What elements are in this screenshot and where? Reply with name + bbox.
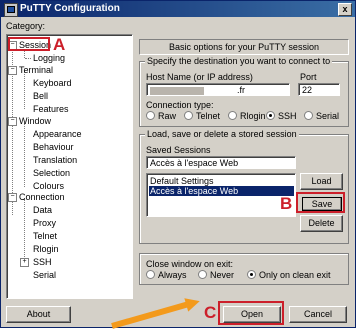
- tree-item-rlogin[interactable]: Rlogin: [33, 244, 59, 254]
- tree-item-colours[interactable]: Colours: [33, 181, 64, 191]
- tree-connector: [24, 51, 25, 58]
- port-label: Port: [300, 72, 317, 82]
- host-name-input[interactable]: .fr: [146, 83, 290, 96]
- destination-group-title: Specify the destination you want to conn…: [145, 56, 333, 66]
- category-label: Category:: [6, 21, 46, 31]
- radio-serial[interactable]: [304, 111, 313, 120]
- annotation-label-c: C: [204, 303, 217, 322]
- tree-connector: [24, 123, 25, 187]
- annotation-box-a: [8, 37, 50, 51]
- tree-connector: [24, 199, 25, 263]
- close-on-exit-label: Close window on exit:: [146, 259, 234, 269]
- redacted-host-block: [150, 86, 204, 95]
- tree-item-translation[interactable]: Translation: [33, 155, 77, 165]
- radio-never-label: Never: [210, 270, 235, 280]
- expand-toggle-terminal[interactable]: −: [8, 66, 17, 75]
- host-name-suffix: .fr: [237, 85, 245, 95]
- sessions-group-title: Load, save or delete a stored session: [145, 129, 299, 139]
- tree-item-logging[interactable]: Logging: [33, 53, 65, 63]
- radio-never[interactable]: [198, 270, 207, 279]
- tree-item-ssh[interactable]: SSH: [33, 257, 52, 267]
- radio-only-clean-exit[interactable]: [247, 270, 256, 279]
- annotation-label-b: B: [280, 194, 293, 213]
- category-tree[interactable]: − Session Logging − Terminal Keyboard Be…: [6, 34, 133, 299]
- radio-rlogin[interactable]: [228, 111, 237, 120]
- expand-toggle-connection[interactable]: −: [8, 193, 17, 202]
- radio-only-clean-exit-label: Only on clean exit: [259, 270, 331, 280]
- tree-item-terminal[interactable]: Terminal: [19, 65, 53, 75]
- tree-item-proxy[interactable]: Proxy: [33, 218, 56, 228]
- tree-item-data[interactable]: Data: [33, 205, 52, 215]
- annotation-box-c: [218, 301, 284, 325]
- close-button[interactable]: x: [338, 3, 352, 16]
- expand-toggle-window[interactable]: −: [8, 117, 17, 126]
- session-name-input[interactable]: Accès à l'espace Web: [146, 156, 296, 169]
- radio-always-label: Always: [158, 270, 187, 280]
- tree-item-bell[interactable]: Bell: [33, 91, 48, 101]
- port-input[interactable]: 22: [298, 83, 340, 96]
- tree-item-telnet[interactable]: Telnet: [33, 231, 57, 241]
- tree-connector: [24, 71, 25, 109]
- about-button[interactable]: About: [6, 306, 71, 323]
- radio-telnet-label: Telnet: [196, 111, 221, 121]
- connection-type-label: Connection type:: [146, 100, 214, 110]
- radio-telnet[interactable]: [184, 111, 193, 120]
- saved-sessions-list[interactable]: Default Settings Accès à l'espace Web: [146, 173, 296, 217]
- tree-item-window[interactable]: Window: [19, 116, 51, 126]
- tree-item-connection[interactable]: Connection: [19, 192, 65, 202]
- expand-toggle-ssh[interactable]: +: [20, 258, 29, 267]
- saved-sessions-label: Saved Sessions: [146, 145, 211, 155]
- radio-raw-label: Raw: [158, 111, 177, 121]
- tree-connector: [25, 58, 31, 59]
- radio-raw[interactable]: [146, 111, 155, 120]
- cancel-button[interactable]: Cancel: [289, 306, 347, 323]
- tree-item-keyboard[interactable]: Keyboard: [33, 78, 72, 88]
- tree-item-serial[interactable]: Serial: [33, 270, 56, 280]
- panel-header: Basic options for your PuTTY session: [139, 39, 349, 55]
- title-bar[interactable]: PuTTY Configuration x: [1, 1, 355, 17]
- putty-app-icon: [4, 3, 18, 17]
- annotation-label-a: A: [53, 35, 66, 54]
- radio-rlogin-label: Rlogin: [240, 111, 266, 121]
- annotation-box-b: [296, 192, 345, 213]
- tree-item-features[interactable]: Features: [33, 104, 69, 114]
- session-list-item[interactable]: Default Settings: [149, 176, 294, 186]
- host-name-label: Host Name (or IP address): [146, 72, 253, 82]
- radio-always[interactable]: [146, 270, 155, 279]
- window-title: PuTTY Configuration: [20, 3, 120, 14]
- delete-button[interactable]: Delete: [300, 215, 343, 232]
- tree-item-appearance[interactable]: Appearance: [33, 129, 82, 139]
- tree-item-selection[interactable]: Selection: [33, 168, 70, 178]
- load-button[interactable]: Load: [300, 173, 343, 190]
- radio-serial-label: Serial: [316, 111, 340, 121]
- radio-ssh-label: SSH: [278, 111, 297, 121]
- radio-ssh[interactable]: [266, 111, 275, 120]
- close-on-exit-group: [139, 253, 349, 285]
- tree-item-behaviour[interactable]: Behaviour: [33, 142, 74, 152]
- session-list-item-selected[interactable]: Accès à l'espace Web: [149, 186, 294, 196]
